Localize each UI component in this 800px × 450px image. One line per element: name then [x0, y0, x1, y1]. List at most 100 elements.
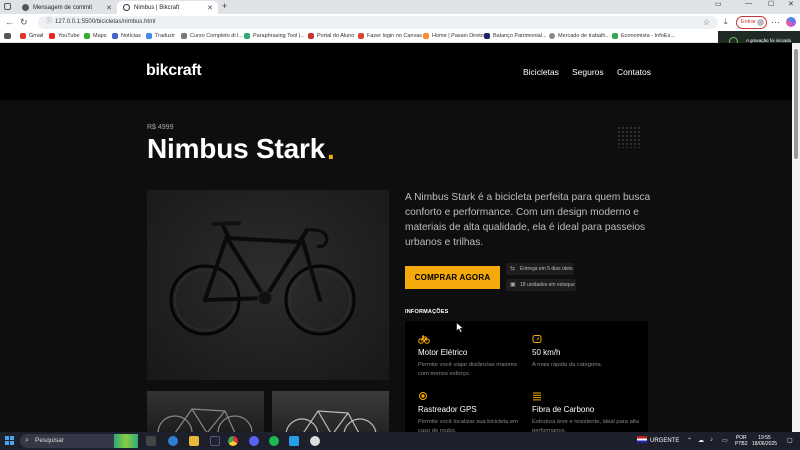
spotify-icon[interactable] [269, 436, 279, 446]
clock[interactable]: 19:55 18/06/2025 [752, 435, 777, 447]
file-explorer-icon[interactable] [189, 436, 199, 446]
obs-icon[interactable] [310, 436, 320, 446]
dot-pattern-decoration [617, 126, 641, 148]
date: 18/06/2025 [752, 441, 778, 447]
bookmarks-bar: Gmail YouTube Maps Notícias Traduzir Cur… [0, 31, 800, 43]
bike-illustration [169, 221, 356, 336]
nav-seguros[interactable]: Seguros [572, 67, 604, 77]
search-placeholder: Pesquisar [35, 437, 64, 444]
speaker-icon[interactable]: ♪ [710, 437, 713, 443]
reload-icon[interactable]: ↻ [20, 17, 28, 27]
info-heading: INFORMAÇÕES [405, 309, 449, 315]
tab-nimbus-bikcraft[interactable]: Nimbus | Bikcraft ✕ [117, 1, 218, 14]
site-logo[interactable]: bikcraft [146, 62, 202, 80]
bookmark-youtube[interactable]: YouTube [49, 33, 80, 39]
signin-button[interactable]: Entrar [736, 16, 767, 29]
product-title: Nimbus Stark [147, 133, 326, 164]
tab-search-icon[interactable] [4, 3, 11, 10]
delivery-text: Entrega em 5 dias úteis [520, 266, 573, 272]
site-info-icon[interactable]: ⓘ [46, 19, 52, 25]
url-text: 127.0.0.1:5500/bicicletas/nimbus.html [55, 19, 156, 25]
tab-favicon-icon [123, 4, 130, 11]
bookmark-passei-direto[interactable]: Home | Passei Direto [423, 33, 484, 39]
discord-icon[interactable] [249, 436, 259, 446]
feature-item: Motor Elétrico Permite você viajar distâ… [418, 334, 528, 379]
back-icon[interactable]: ← [5, 17, 14, 27]
bookmark-toggle-icon[interactable] [4, 33, 14, 39]
tab-commit-message[interactable]: Mensagem de commit ✕ [16, 1, 117, 14]
page-scrollbar[interactable] [792, 43, 800, 432]
bookmark-portal[interactable]: Portal do Aluno [308, 33, 354, 39]
bookmark-maps[interactable]: Maps [84, 33, 106, 39]
feature-description: Permite você localizar sua bicicleta em … [418, 419, 518, 432]
close-window-icon[interactable]: ✕ [788, 0, 794, 8]
tab-favicon-icon [22, 4, 29, 11]
chevron-up-icon[interactable]: ⌃ [687, 437, 692, 444]
features-panel: Motor Elétrico Permite você viajar distâ… [405, 321, 648, 432]
truck-icon: ⇆ [510, 266, 516, 272]
feature-description: Estrutura leve e resistente, ideal para … [532, 419, 639, 432]
task-view-icon[interactable] [146, 436, 156, 446]
product-thumbnail-2[interactable] [272, 391, 389, 432]
speedometer-icon [532, 334, 642, 346]
address-bar-row: ← ↻ ⓘ 127.0.0.1:5500/bicicletas/nimbus.ht… [0, 14, 800, 31]
url-input[interactable]: ⓘ 127.0.0.1:5500/bicicletas/nimbus.html ☆ [38, 16, 718, 29]
product-description: A Nimbus Stark é a bicicleta perfeita pa… [405, 192, 651, 248]
feature-name: 50 km/h [532, 348, 561, 357]
feature-item: Rastreador GPS Permite você localizar su… [418, 391, 528, 432]
language-indicator[interactable]: POR PTB2 [735, 435, 748, 447]
copilot-icon[interactable] [786, 17, 796, 27]
avatar [757, 19, 764, 26]
menu-icon[interactable]: ⋯ [771, 17, 780, 27]
bookmark-canvas[interactable]: Fazer login no Canvas [358, 33, 422, 39]
bookmark-noticias[interactable]: Notícias [112, 33, 141, 39]
downloads-icon[interactable]: ⤓ [724, 17, 728, 27]
bookmark-paraphrasing[interactable]: Paraphrasing Tool |... [244, 33, 305, 39]
bike-thumbnail-illustration [285, 410, 377, 432]
feature-name: Rastreador GPS [418, 405, 477, 414]
alert-badge[interactable]: URGENTE [637, 436, 679, 444]
search-highlight-icon[interactable] [114, 434, 138, 448]
close-icon[interactable]: ✕ [207, 4, 213, 12]
feature-item: 50 km/h A mais rápida da categoria. [532, 334, 642, 370]
notification-icon[interactable]: ▢ [787, 437, 793, 444]
alert-text: URGENTE [650, 438, 680, 444]
nav-bicicletas[interactable]: Bicicletas [523, 67, 559, 77]
search-icon: ⌕ [25, 437, 29, 444]
chrome-icon[interactable] [228, 436, 238, 446]
gps-icon [418, 391, 528, 403]
feature-name: Fibra de Carbono [532, 405, 595, 414]
delivery-badge: ⇆ Entrega em 5 dias úteis [506, 263, 574, 275]
signin-label: Entrar [741, 19, 756, 25]
close-icon[interactable]: ✕ [106, 4, 112, 12]
stock-text: 18 unidades em estoque [520, 282, 575, 288]
bike-thumbnail-illustration [157, 408, 253, 432]
feature-name: Motor Elétrico [418, 348, 468, 357]
scrollbar-thumb[interactable] [794, 49, 798, 159]
edge-icon[interactable] [168, 436, 178, 446]
bookmark-balanco[interactable]: Balanço Patrimonial... [484, 33, 547, 39]
bookmark-gmail[interactable]: Gmail [20, 33, 43, 39]
box-icon: ▣ [510, 282, 516, 288]
web-page: bikcraft Bicicletas Seguros Contatos R$ … [0, 43, 792, 432]
new-tab-button[interactable]: + [222, 1, 227, 11]
bookmark-curso[interactable]: Curso Completo di l... [181, 33, 243, 39]
bookmark-traduzir[interactable]: Traduzir [146, 33, 175, 39]
product-price: R$ 4999 [147, 124, 174, 131]
nav-contatos[interactable]: Contatos [617, 67, 651, 77]
battery-icon[interactable]: ▭ [722, 437, 728, 444]
bookmark-economista[interactable]: Economista - InfoEs... [612, 33, 675, 39]
feature-description: A mais rápida da categoria. [532, 362, 603, 368]
maximize-icon[interactable]: ☐ [768, 0, 774, 8]
cloud-icon[interactable]: ☁ [698, 437, 704, 444]
app-icon[interactable] [210, 436, 220, 446]
buy-now-button[interactable]: COMPRAR AGORA [405, 266, 500, 289]
bookmark-mercado[interactable]: Mercado de trabalh... [549, 33, 610, 39]
star-icon[interactable]: ☆ [703, 16, 710, 29]
product-thumbnail-1[interactable] [147, 391, 264, 432]
vscode-icon[interactable] [289, 436, 299, 446]
tab-title: Mensagem de commit [33, 4, 93, 11]
minimize-icon[interactable]: — [745, 0, 752, 7]
product-main-image [147, 190, 389, 380]
windows-start-icon[interactable] [5, 436, 14, 445]
